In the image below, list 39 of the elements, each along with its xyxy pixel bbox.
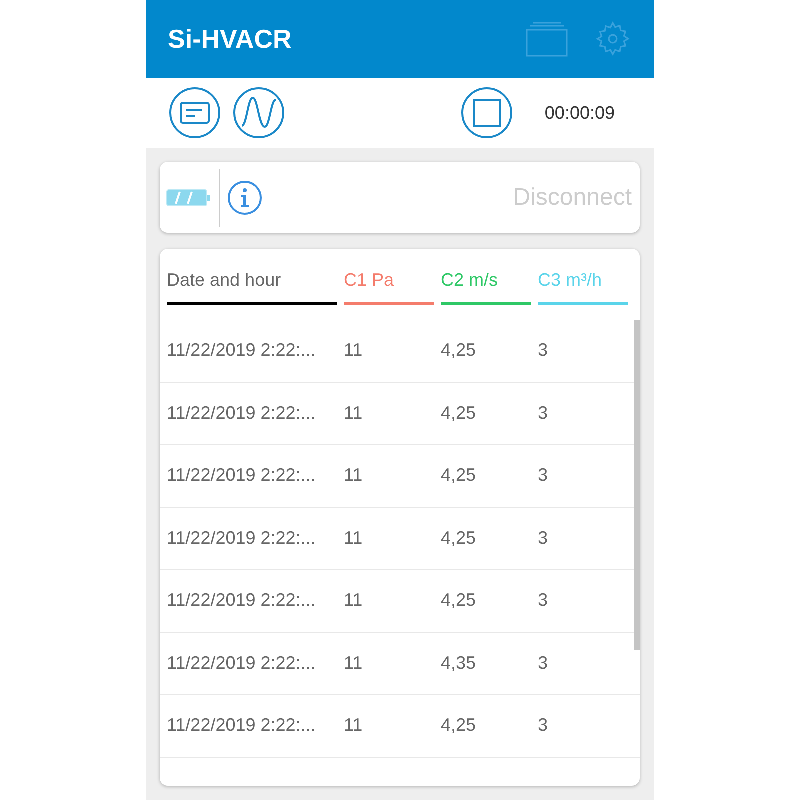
table-cell-text: 4,25 (441, 402, 478, 425)
table-cell-text: 3 (538, 402, 550, 425)
table-cell-text: 3 (538, 652, 550, 675)
table-cell-text: 11 (344, 589, 364, 612)
column-header: Date and hour (167, 265, 337, 305)
table-cell-text: 11/22/2019 2:22:... (167, 402, 317, 425)
table-cell-text: 3 (538, 464, 550, 488)
table-cell-text: 11 (344, 526, 364, 550)
table-cell-text: 4,25 (441, 714, 478, 738)
table-cell-text: 3 (538, 589, 550, 612)
table-cell-text: 11 (344, 402, 364, 425)
column-header: C2 m/s (441, 265, 531, 305)
message-icon[interactable] (169, 87, 221, 139)
table-cell-text: 11/22/2019 2:22:... (167, 589, 317, 612)
table-cell-text: 11 (344, 652, 364, 675)
battery-icon (166, 188, 212, 206)
table-cell-text: 4,25 (441, 526, 478, 550)
table-cell-text: 4,35 (441, 652, 478, 675)
wave-icon[interactable] (233, 87, 285, 139)
table-cell-text: 3 (538, 526, 550, 550)
table-cell-text: 11/22/2019 2:22:... (167, 652, 317, 675)
table-cell-text: 11/22/2019 2:22:... (167, 339, 317, 362)
info-icon[interactable] (227, 180, 263, 216)
table-cell-text: 4,25 (441, 589, 478, 612)
table-cell-text: 3 (538, 339, 550, 362)
column-header: C1 Pa (344, 265, 434, 305)
stop-icon[interactable] (460, 87, 513, 139)
column-header: C3 m³/h (538, 265, 628, 305)
table-cell-text: 11/22/2019 2:22:... (167, 526, 317, 550)
table-cell-text: 4,25 (441, 339, 478, 362)
table-cell-text: 4,25 (441, 464, 478, 488)
table-cell-text: 3 (538, 714, 550, 738)
table-cell-text: 11 (344, 339, 364, 362)
table-cell-text: 11/22/2019 2:22:... (167, 714, 317, 738)
app-title: Si-HVACR (168, 22, 293, 56)
table-cell-text: 11 (344, 714, 364, 738)
timer: 00:00:09 (544, 102, 615, 124)
table-cell-text: 11/22/2019 2:22:... (167, 464, 317, 488)
table-cell-text: 11 (344, 464, 364, 488)
